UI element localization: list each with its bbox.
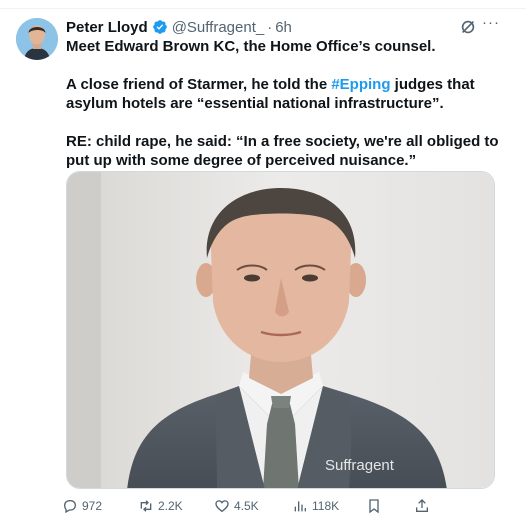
action-bar: 972 2.2K 4.5K 118K bbox=[62, 496, 442, 516]
verified-badge-icon bbox=[152, 19, 168, 35]
views-button[interactable]: 118K bbox=[292, 496, 339, 516]
avatar-image bbox=[16, 18, 58, 60]
author-name[interactable]: Peter Lloyd bbox=[66, 19, 148, 36]
like-count: 4.5K bbox=[234, 499, 259, 513]
share-icon bbox=[414, 498, 430, 514]
avatar[interactable] bbox=[16, 18, 58, 60]
tweet-card[interactable]: Peter Lloyd @Suffragent_ · 6h ··· Meet E… bbox=[0, 0, 526, 524]
reply-icon bbox=[62, 498, 78, 514]
repost-icon bbox=[138, 498, 154, 514]
tweet-image[interactable]: Suffragent bbox=[66, 171, 495, 489]
tweet-line-3: RE: child rape, he said: “In a free soci… bbox=[66, 133, 499, 169]
tweet-line-1: Meet Edward Brown KC, the Home Office’s … bbox=[66, 38, 436, 55]
share-button[interactable] bbox=[414, 496, 430, 516]
hashtag-link[interactable]: #Epping bbox=[331, 76, 390, 93]
tweet-line-2: A close friend of Starmer, he told the #… bbox=[66, 75, 506, 113]
bookmark-button[interactable] bbox=[366, 496, 382, 516]
more-icon[interactable]: ··· bbox=[482, 14, 500, 31]
author-handle[interactable]: @Suffragent_ bbox=[172, 19, 265, 36]
text-segment: A close friend of Starmer, he told the bbox=[66, 76, 332, 93]
bookmark-icon bbox=[366, 498, 382, 514]
reply-count: 972 bbox=[82, 499, 103, 513]
image-watermark: Suffragent bbox=[325, 457, 394, 474]
repost-count: 2.2K bbox=[158, 499, 183, 513]
tweet-header: Peter Lloyd @Suffragent_ · 6h bbox=[66, 17, 292, 37]
reply-button[interactable]: 972 bbox=[62, 496, 102, 516]
top-divider bbox=[0, 8, 526, 9]
post-time[interactable]: 6h bbox=[275, 19, 292, 36]
like-button[interactable]: 4.5K bbox=[214, 496, 259, 516]
tweet-text: Meet Edward Brown KC, the Home Office’s … bbox=[66, 37, 506, 170]
heart-icon bbox=[214, 498, 230, 514]
view-count: 118K bbox=[312, 499, 340, 513]
views-chart-icon bbox=[292, 498, 308, 514]
portrait-photo bbox=[67, 172, 494, 488]
repost-button[interactable]: 2.2K bbox=[138, 496, 183, 516]
grok-icon[interactable] bbox=[459, 18, 477, 36]
separator-dot: · bbox=[267, 18, 273, 36]
